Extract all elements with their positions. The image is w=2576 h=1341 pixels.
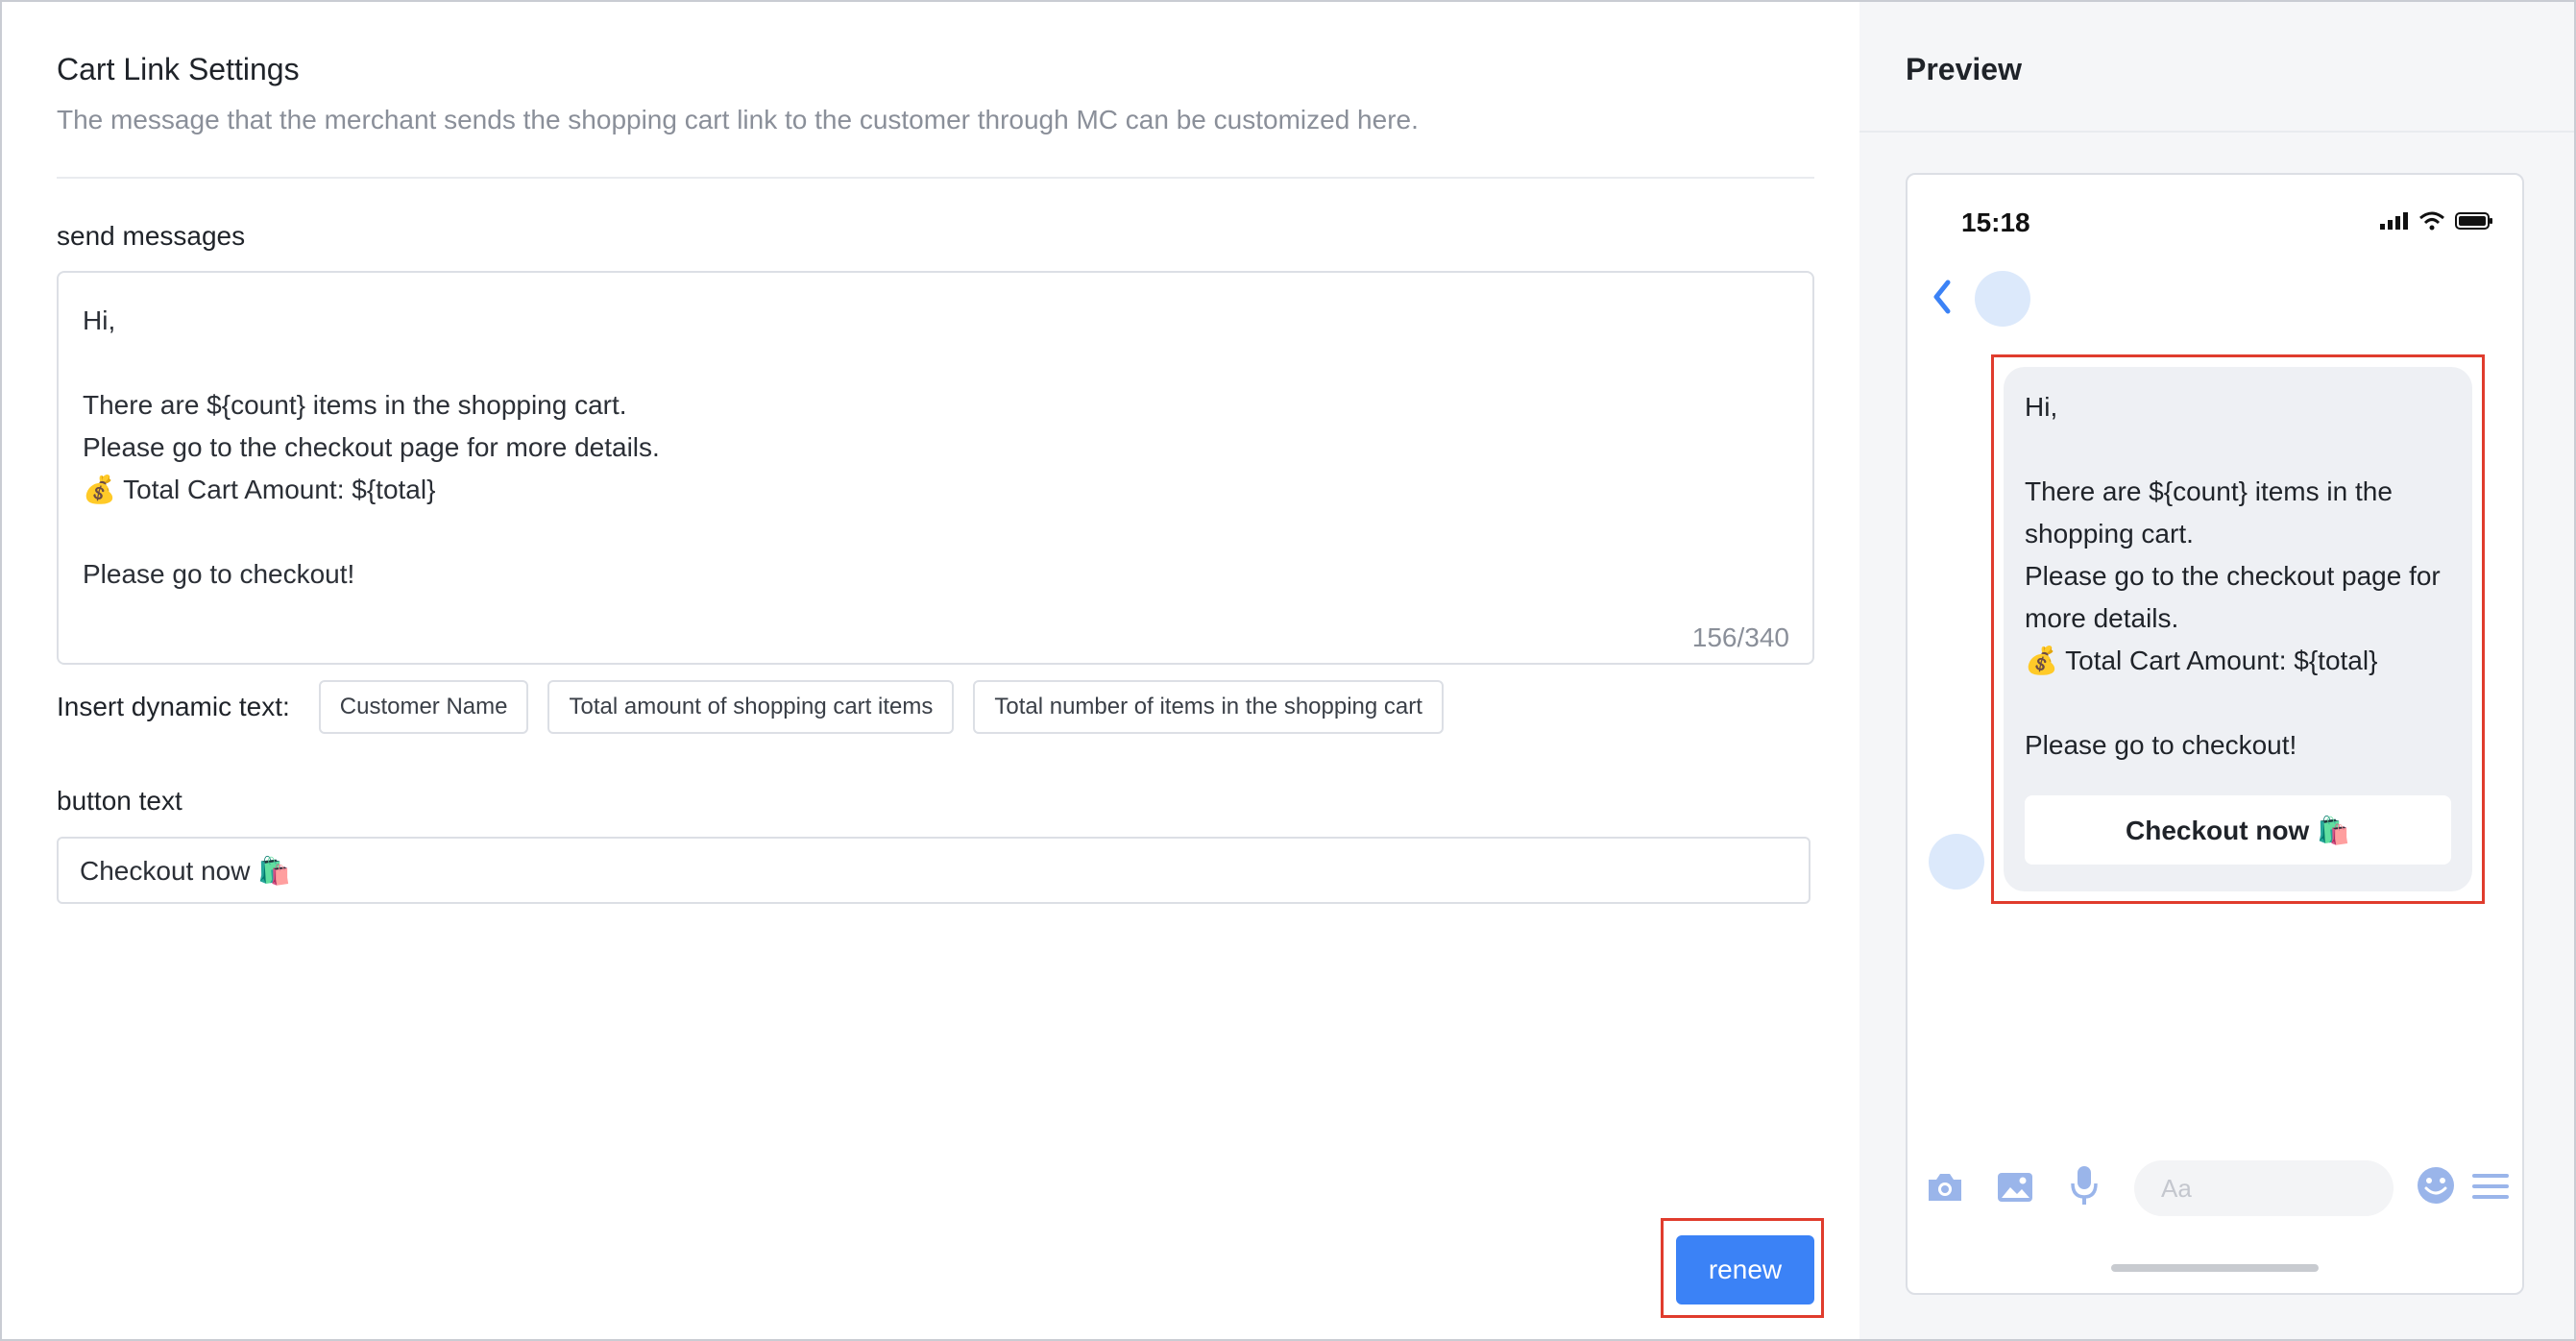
page-description: The message that the merchant sends the … (57, 105, 1419, 134)
signal-icon (2380, 212, 2408, 230)
composer-input[interactable]: Aa (2134, 1160, 2394, 1216)
status-time: 15:18 (1961, 207, 2030, 237)
wifi-icon (2419, 211, 2444, 231)
back-chevron-icon[interactable] (1931, 279, 1954, 315)
microphone-icon[interactable] (2069, 1164, 2100, 1207)
message-textarea[interactable]: Hi, There are ${count} items in the shop… (57, 271, 1814, 665)
renew-button[interactable]: renew (1676, 1235, 1814, 1304)
insert-total-amount-button[interactable]: Total amount of shopping cart items (547, 680, 955, 734)
button-text-input[interactable]: Checkout now 🛍️ (57, 837, 1810, 904)
page-title: Cart Link Settings (57, 52, 300, 86)
insert-dynamic-row: Insert dynamic text: Customer Name Total… (57, 678, 1463, 736)
insert-total-items-button[interactable]: Total number of items in the shopping ca… (973, 680, 1444, 734)
checkout-now-button[interactable]: Checkout now 🛍️ (2025, 795, 2451, 865)
image-icon[interactable] (1996, 1170, 2034, 1205)
preview-title: Preview (1906, 52, 2022, 86)
home-indicator (2111, 1264, 2319, 1272)
bubble-text: Hi, There are ${count} items in the shop… (2025, 392, 2441, 760)
send-messages-label: send messages (57, 221, 246, 251)
insert-dynamic-label: Insert dynamic text: (57, 692, 290, 721)
menu-icon[interactable] (2472, 1172, 2509, 1201)
settings-panel: Cart Link Settings The message that the … (2, 2, 1859, 1339)
preview-panel: Preview 15:18 Hi, There are ${count} ite… (1859, 2, 2574, 1339)
status-icons (2380, 211, 2493, 231)
insert-customer-name-button[interactable]: Customer Name (318, 680, 529, 734)
divider (57, 177, 1814, 179)
emoji-icon[interactable] (2417, 1166, 2455, 1205)
preview-header: Preview (1859, 2, 2574, 133)
avatar (1975, 271, 2030, 327)
camera-icon[interactable] (1925, 1170, 1965, 1205)
app-frame: Cart Link Settings The message that the … (0, 0, 2576, 1341)
character-counter: 156/340 (1691, 622, 1789, 652)
battery-icon (2455, 212, 2492, 230)
message-bubble: Hi, There are ${count} items in the shop… (2004, 367, 2472, 891)
button-text-label: button text (57, 786, 182, 816)
message-text[interactable]: Hi, There are ${count} items in the shop… (83, 300, 660, 596)
avatar (1929, 834, 1984, 890)
composer-bar: Aa (1908, 1157, 2522, 1224)
phone-preview: 15:18 Hi, There are ${count} items in th… (1906, 173, 2524, 1295)
